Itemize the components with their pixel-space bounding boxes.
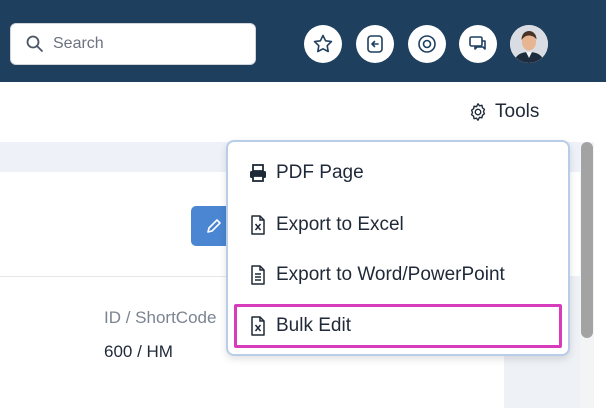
scrollbar-thumb[interactable] <box>581 142 593 338</box>
sign-out-icon <box>367 35 383 53</box>
gear-icon <box>470 103 486 121</box>
menu-item-label: PDF Page <box>276 162 364 183</box>
top-navigation-bar <box>0 0 606 82</box>
menu-item-label: Export to Word/PowerPoint <box>276 264 505 285</box>
chat-button[interactable] <box>459 25 497 63</box>
menu-item-bulk-edit[interactable]: Bulk Edit <box>248 309 351 343</box>
menu-item-label: Export to Excel <box>276 214 404 235</box>
menu-item-pdf-page[interactable]: PDF Page <box>248 156 364 190</box>
id-shortcode-value: 600 / HM <box>104 342 173 361</box>
star-icon <box>313 34 333 53</box>
menu-item-export-word-powerpoint[interactable]: Export to Word/PowerPoint <box>248 258 505 292</box>
menu-item-export-excel[interactable]: Export to Excel <box>248 208 404 242</box>
help-button[interactable] <box>408 25 446 63</box>
search-icon <box>26 35 43 52</box>
help-icon <box>418 35 436 53</box>
printer-icon <box>250 164 266 182</box>
id-shortcode-label: ID / ShortCode <box>104 308 217 327</box>
tools-dropdown-menu: PDF Page Export to Excel Export to Word/… <box>226 140 570 356</box>
tools-label: Tools <box>495 101 540 122</box>
favorites-button[interactable] <box>304 25 342 63</box>
tools-button[interactable]: Tools <box>467 98 539 126</box>
sign-out-button[interactable] <box>356 25 394 63</box>
excel-file-icon <box>251 215 265 235</box>
search-box[interactable] <box>10 23 256 65</box>
search-input[interactable] <box>53 35 243 53</box>
user-avatar[interactable] <box>510 25 548 63</box>
menu-item-label: Bulk Edit <box>276 315 351 336</box>
chat-icon <box>469 36 486 50</box>
document-icon <box>251 265 265 285</box>
pencil-icon <box>207 219 221 233</box>
excel-file-icon <box>251 316 265 336</box>
user-photo-icon <box>510 25 548 63</box>
